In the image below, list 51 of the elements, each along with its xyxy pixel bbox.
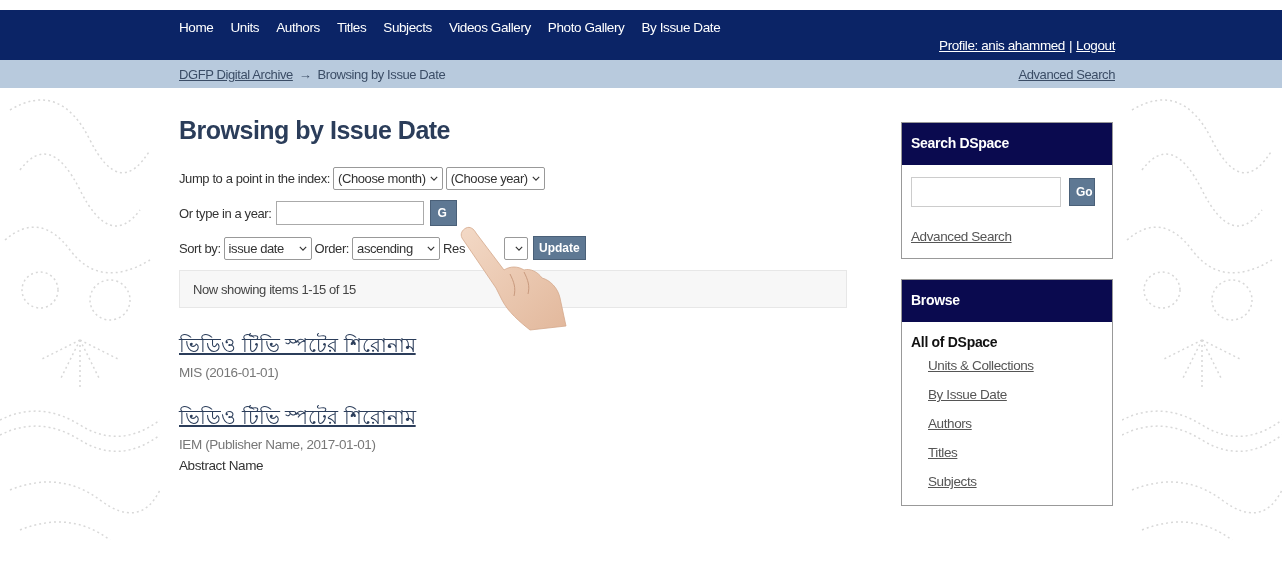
go-button[interactable]: G [429, 200, 457, 226]
browse-link[interactable]: Subjects [928, 474, 977, 489]
nav-link[interactable]: Videos Gallery [448, 20, 531, 37]
panel-title: Search DSpace [902, 123, 1112, 165]
update-button[interactable]: Update [533, 236, 586, 260]
advanced-search-link[interactable]: Advanced Search [1018, 66, 1115, 82]
nav-link[interactable]: Titles [336, 20, 367, 37]
breadcrumb-current: Browsing by Issue Date [317, 66, 446, 82]
advanced-search-link[interactable]: Advanced Search [911, 229, 1012, 244]
item-meta: MIS (2016-01-01) [179, 365, 279, 380]
year-label: Or type in a year: [179, 205, 272, 221]
results-label: Res [443, 240, 465, 256]
nav-link[interactable]: Photo Gallery [547, 20, 625, 37]
caret-icon [515, 245, 523, 251]
nav-link[interactable]: By Issue Date [641, 20, 721, 37]
nav-link[interactable]: Subjects [383, 20, 432, 37]
search-field[interactable] [911, 177, 1061, 207]
dropdown[interactable]: (Choose year) [445, 166, 545, 190]
browse-link[interactable]: Authors [928, 416, 972, 431]
sort-label: Sort by: [179, 240, 221, 256]
item-title-link[interactable]: ভিডিও টিভি স্পটের শিরোনাম [179, 330, 416, 363]
item-meta: IEM (Publisher Name, 2017-01-01) [179, 437, 376, 452]
logout-link[interactable]: Logout [1076, 38, 1115, 60]
caret-icon [531, 175, 540, 181]
dropdown[interactable] [504, 236, 528, 260]
caret-icon [298, 245, 307, 251]
item-title-link[interactable]: ভিডিও টিভি স্পটের শিরোনাম [179, 402, 416, 435]
dropdown[interactable]: issue date [223, 236, 312, 260]
browse-link[interactable]: By Issue Date [928, 387, 1007, 402]
page-heading: Browsing by Issue Date [179, 116, 452, 145]
profile-link[interactable]: Profile: anis ahammed [939, 38, 1065, 60]
browse-link[interactable]: Titles [928, 445, 958, 460]
nav-link[interactable]: Home [179, 20, 214, 37]
status-text: Now showing items 1-15 of 15 [193, 281, 356, 297]
nav-link[interactable]: Units [230, 20, 260, 37]
panel-title: Browse [902, 280, 1112, 322]
dropdown[interactable]: (Choose month) [333, 166, 443, 190]
nav-link[interactable]: Authors [276, 20, 320, 37]
breadcrumb-link[interactable]: DGFP Digital Archive [179, 66, 293, 82]
jump-label: Jump to a point in the index: [179, 170, 330, 186]
go-button[interactable]: Go [1069, 178, 1095, 206]
caret-icon [427, 245, 436, 251]
order-label: Order: [314, 240, 350, 256]
browse-section-title: All of DSpace [911, 334, 998, 350]
year-input-field[interactable] [275, 201, 424, 225]
browse-link[interactable]: Units & Collections [928, 358, 1034, 373]
item-abstract: Abstract Name [179, 458, 264, 473]
caret-icon [429, 175, 438, 181]
breadcrumb-arrow: → [298, 66, 312, 82]
separator-text: | [1069, 38, 1073, 55]
dropdown[interactable]: ascending [352, 236, 441, 260]
